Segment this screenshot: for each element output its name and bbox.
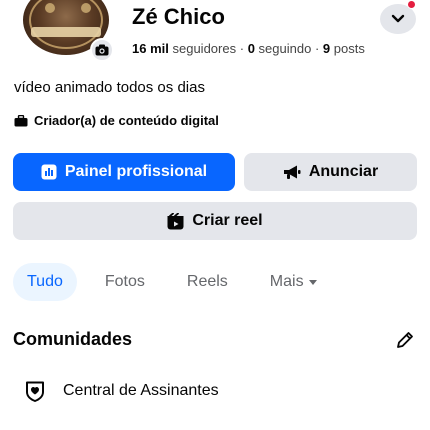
tab-label: Fotos (104, 273, 145, 290)
professional-dashboard-button[interactable]: Painel profissional (13, 153, 235, 191)
avatar-decoration (81, 3, 91, 13)
stats-separator: · (314, 41, 320, 56)
following-label[interactable]: seguindo (259, 41, 312, 56)
briefcase-icon (14, 114, 28, 126)
profile-name: Zé Chico (132, 4, 225, 29)
tab-photos[interactable]: Fotos (91, 263, 159, 301)
stats-separator: · (239, 41, 245, 56)
notification-dot (407, 0, 416, 9)
pencil-icon (397, 332, 413, 348)
change-photo-button[interactable] (90, 38, 114, 62)
tab-all[interactable]: Tudo (13, 263, 77, 301)
profile-category: Criador(a) de conteúdo digital (14, 113, 219, 128)
megaphone-icon (283, 165, 301, 179)
professional-dashboard-label: Painel profissional (64, 163, 208, 180)
followers-count[interactable]: 16 mil (132, 41, 169, 56)
reel-icon (167, 212, 184, 229)
tab-more[interactable]: Mais (256, 263, 332, 301)
avatar-decoration (45, 3, 55, 13)
profile-page: Zé Chico 16 mil seguidores · 0 seguindo … (0, 0, 430, 430)
category-label: Criador(a) de conteúdo digital (34, 113, 219, 128)
avatar-banner-decoration (31, 27, 101, 37)
profile-stats: 16 mil seguidores · 0 seguindo · 9 posts (132, 41, 365, 56)
shield-heart-icon (26, 381, 44, 402)
create-reel-label: Criar reel (192, 212, 263, 229)
posts-label: posts (333, 41, 365, 56)
following-count[interactable]: 0 (248, 41, 255, 56)
tab-label: Reels (186, 273, 228, 290)
communities-title: Comunidades (13, 329, 133, 349)
chevron-down-icon (391, 14, 405, 23)
dashboard-icon (41, 164, 57, 180)
community-label: Central de Assinantes (63, 382, 219, 399)
profile-bio: vídeo animado todos os dias (14, 79, 205, 96)
followers-label[interactable]: seguidores (172, 41, 236, 56)
create-reel-button[interactable]: Criar reel (13, 202, 417, 240)
tab-reels[interactable]: Reels (173, 263, 242, 301)
tab-label: Mais (269, 273, 304, 290)
camera-icon (95, 44, 109, 56)
profile-tabs: Tudo Fotos Reels Mais (13, 263, 346, 301)
posts-count: 9 (322, 41, 331, 56)
advertise-button[interactable]: Anunciar (244, 153, 417, 191)
tab-label: Tudo (27, 273, 63, 290)
advertise-label: Anunciar (308, 163, 379, 180)
caret-down-icon (308, 279, 317, 285)
community-item[interactable]: Central de Assinantes (13, 371, 417, 411)
edit-communities-button[interactable] (394, 329, 416, 351)
